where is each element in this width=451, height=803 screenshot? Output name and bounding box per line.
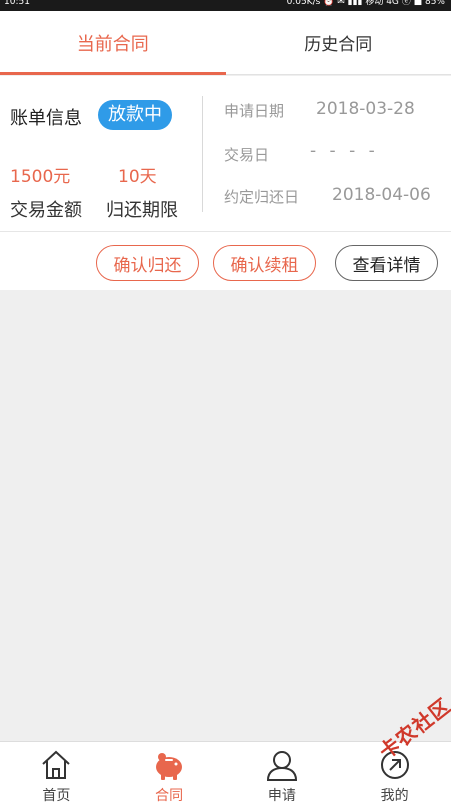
contract-tabs: 当前合同 历史合同 (0, 11, 451, 75)
apply-date-label: 申请日期 (224, 102, 285, 120)
horizontal-divider (0, 231, 451, 232)
status-badge: 放款中 (98, 100, 172, 130)
nav-label-contract: 合同 (155, 788, 184, 803)
due-date-label: 约定归还日 (224, 188, 300, 206)
apply-date-row: 申请日期 2018-03-28 (224, 99, 415, 121)
home-icon (39, 748, 73, 782)
nav-item-apply[interactable]: 申请 (226, 742, 339, 803)
vertical-divider (202, 96, 203, 212)
tab-current-contract[interactable]: 当前合同 (0, 11, 226, 75)
apply-date-value: 2018-03-28 (316, 99, 415, 119)
view-details-button[interactable]: 查看详情 (335, 245, 438, 281)
bill-info-label: 账单信息 (10, 108, 82, 129)
user-icon (265, 748, 299, 782)
due-date-row: 约定归还日 2018-04-06 (224, 185, 431, 207)
term-value: 10天 (118, 167, 157, 187)
nav-label-apply: 申请 (267, 788, 296, 803)
trade-date-value: - - - - (310, 141, 379, 161)
confirm-return-button[interactable]: 确认归还 (96, 245, 199, 281)
watermark-logo: 卡农社区 (350, 693, 451, 785)
contract-card: 账单信息 放款中 1500元 10天 交易金额 归还期限 申请日期 2018-0… (0, 76, 451, 290)
trade-date-label: 交易日 (224, 146, 270, 164)
nav-label-mine: 我的 (380, 788, 409, 803)
nav-item-contract[interactable]: 合同 (113, 742, 226, 803)
contract-summary: 账单信息 放款中 1500元 10天 交易金额 归还期限 (0, 76, 203, 231)
watermark-text: 卡农社区 (374, 693, 451, 764)
nav-label-home: 首页 (42, 788, 71, 803)
amount-value: 1500元 (10, 167, 71, 187)
trade-date-row: 交易日 - - - - (224, 141, 375, 165)
amount-label: 交易金额 (10, 200, 82, 221)
due-date-value: 2018-04-06 (332, 185, 431, 205)
term-label: 归还期限 (106, 200, 178, 221)
confirm-renew-button[interactable]: 确认续租 (213, 245, 316, 281)
status-bar: 10:51 0.05K/s ⏰ ✉ ▮▮▮ 移动 4G ⓔ ■ 85% (0, 0, 451, 11)
status-indicators: 0.05K/s ⏰ ✉ ▮▮▮ 移动 4G ⓔ ■ 85% (286, 0, 445, 7)
status-time: 10:51 (4, 0, 30, 7)
nav-item-home[interactable]: 首页 (0, 742, 113, 803)
tab-history-contract[interactable]: 历史合同 (226, 11, 451, 74)
piggy-bank-icon (152, 748, 186, 782)
